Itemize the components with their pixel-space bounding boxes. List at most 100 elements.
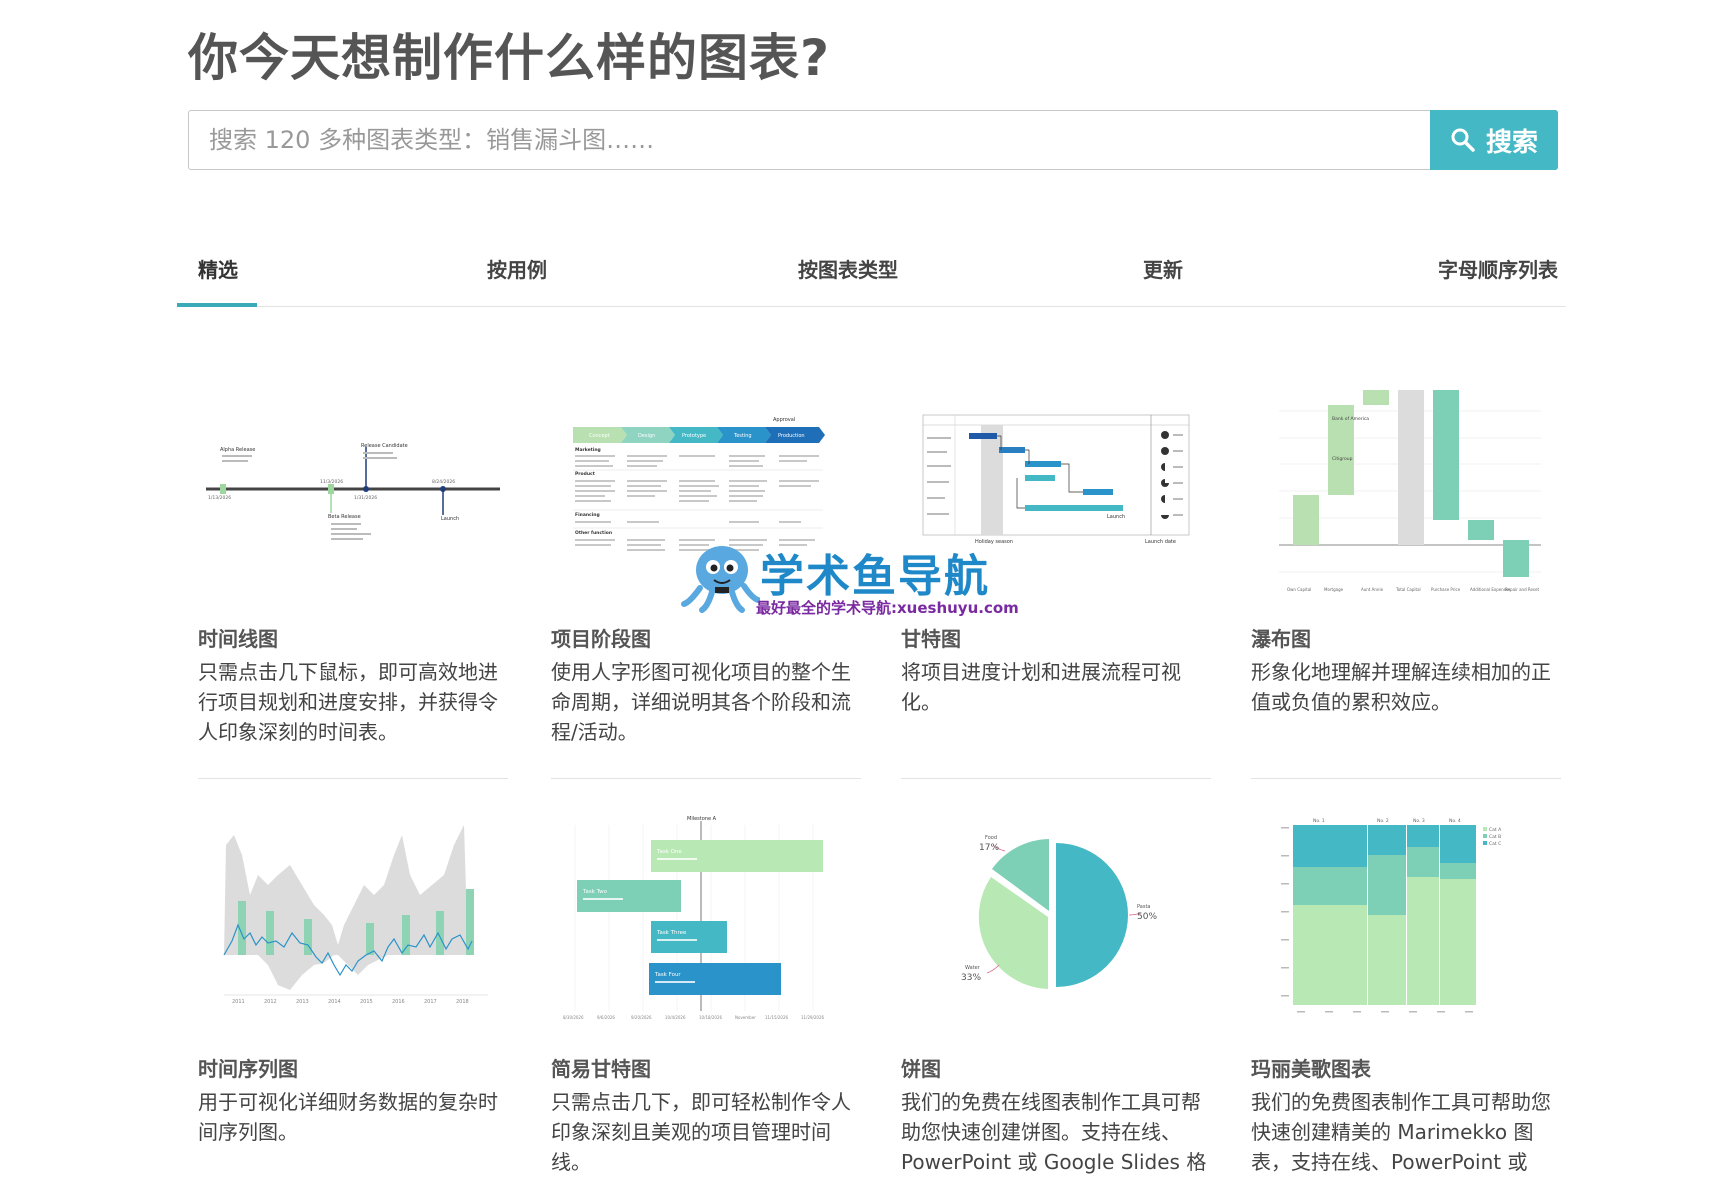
card-title: 简易甘特图 [551, 1057, 651, 1081]
svg-text:Marketing: Marketing [575, 447, 601, 453]
watermark-subtitle: 最好最全的学术导航:xueshuyu.com [756, 599, 1019, 617]
svg-text:8/24/2026: 8/24/2026 [432, 479, 455, 485]
svg-text:Task Four: Task Four [654, 972, 681, 978]
card-title: 玛丽美歌图表 [1251, 1057, 1371, 1081]
svg-text:Release Candidate: Release Candidate [361, 443, 408, 449]
svg-text:11/29/2026: 11/29/2026 [801, 1015, 825, 1020]
marimekko-thumbnail: No. 1 No. 2 No. 3 No. 4 Cat A Cat B Cat … [1281, 818, 1502, 1013]
svg-text:2014: 2014 [328, 999, 341, 1005]
svg-text:2013: 2013 [296, 999, 309, 1005]
svg-text:Total Capital: Total Capital [1395, 587, 1421, 592]
svg-text:2011: 2011 [232, 999, 245, 1005]
active-tab-indicator [177, 303, 257, 307]
svg-text:Mortgage: Mortgage [1324, 587, 1344, 592]
svg-text:Task Three: Task Three [656, 930, 687, 936]
pie-thumbnail: Food 17% Pasta 50% Water 33% [961, 835, 1157, 989]
svg-text:2018: 2018 [456, 999, 469, 1005]
search-input[interactable] [189, 111, 1430, 169]
tab-by-chart-type[interactable]: 按图表类型 [798, 254, 898, 283]
timeline-thumbnail: Alpha Release Release Candidate Beta Rel… [206, 443, 500, 540]
svg-text:Design: Design [638, 433, 655, 439]
tab-updates[interactable]: 更新 [1143, 254, 1183, 283]
svg-text:Pasta: Pasta [1137, 904, 1150, 910]
svg-text:Other function: Other function [575, 530, 612, 536]
svg-text:9/6/2026: 9/6/2026 [597, 1015, 615, 1020]
card-description: 只需点击几下鼠标，即可高效地进行项目规划和进度安排，并获得令人印象深刻的时间表。 [198, 660, 498, 744]
card-title: 瀑布图 [1251, 627, 1311, 651]
svg-text:Bank of America: Bank of America [1332, 416, 1369, 422]
svg-text:1/31/2026: 1/31/2026 [354, 495, 377, 501]
svg-text:Aunt Annie: Aunt Annie [1361, 587, 1384, 592]
svg-text:Task One: Task One [656, 849, 682, 855]
svg-text:Prototype: Prototype [682, 433, 706, 439]
svg-text:Alpha Release: Alpha Release [220, 447, 255, 453]
svg-text:Food: Food [985, 835, 997, 841]
svg-text:No. 1: No. 1 [1313, 818, 1325, 824]
card-divider [198, 778, 508, 779]
svg-text:Launch date: Launch date [1145, 539, 1176, 545]
svg-text:9/20/2026: 9/20/2026 [631, 1015, 652, 1020]
svg-text:Production: Production [778, 433, 805, 439]
tab-featured[interactable]: 精选 [198, 254, 238, 283]
svg-text:8/30/2026: 8/30/2026 [563, 1015, 584, 1020]
search-button[interactable]: 搜索 [1430, 110, 1558, 170]
card-description: 形象化地理解并理解连续相加的正值或负值的累积效应。 [1251, 660, 1551, 714]
simple-gantt-thumbnail: Milestone A Task One Task Two Task Three… [563, 816, 825, 1020]
svg-text:Product: Product [575, 471, 596, 477]
card-description: 我们的免费在线图表制作工具可帮助您快速创建饼图。支持在线、PowerPoint … [901, 1090, 1207, 1174]
svg-text:Beta Release: Beta Release [328, 514, 361, 520]
svg-text:2015: 2015 [360, 999, 373, 1005]
svg-text:Launch: Launch [441, 516, 459, 522]
svg-text:33%: 33% [961, 973, 981, 983]
watermark: 学术鱼导航 最好最全的学术导航:xueshuyu.com [680, 540, 1050, 617]
svg-text:November: November [735, 1015, 756, 1020]
watermark-title: 学术鱼导航 [760, 551, 990, 602]
card-title: 项目阶段图 [551, 627, 651, 651]
svg-text:11/15/2026: 11/15/2026 [765, 1015, 789, 1020]
svg-text:Milestone A: Milestone A [687, 816, 717, 822]
time-series-thumbnail: 2011 2012 2013 2014 2015 2016 2017 2018 [223, 825, 488, 1005]
svg-text:1/13/2026: 1/13/2026 [208, 495, 231, 501]
tab-by-use-case[interactable]: 按用例 [487, 254, 547, 283]
svg-text:50%: 50% [1137, 912, 1157, 922]
waterfall-thumbnail: Bank of America Citigroup Own Capital Mo… [1279, 390, 1541, 592]
svg-text:Cat A: Cat A [1489, 827, 1502, 833]
search-button-label: 搜索 [1485, 127, 1538, 158]
card-description: 将项目进度计划和进展流程可视化。 [901, 660, 1181, 714]
card-description: 使用人字形图可视化项目的整个生命周期，详细说明其各个阶段和流程/活动。 [551, 660, 851, 744]
octopus-mascot-logo [681, 546, 760, 613]
card-description: 只需点击几下，即可轻松制作令人印象深刻且美观的项目管理时间线。 [551, 1090, 851, 1174]
svg-text:Citigroup: Citigroup [1332, 456, 1353, 462]
svg-text:Repair and Reset: Repair and Reset [1505, 587, 1539, 592]
svg-text:2017: 2017 [424, 999, 437, 1005]
svg-text:Financing: Financing [575, 512, 600, 518]
card-divider [901, 778, 1211, 779]
card-title: 饼图 [901, 1057, 941, 1081]
tab-alphabetical-list[interactable]: 字母顺序列表 [1438, 254, 1558, 283]
svg-text:17%: 17% [979, 843, 999, 853]
svg-text:No. 4: No. 4 [1449, 818, 1461, 824]
svg-text:Cat B: Cat B [1489, 834, 1501, 840]
svg-text:10/18/2026: 10/18/2026 [699, 1015, 723, 1020]
search-bar: 搜索 [188, 110, 1558, 170]
page-title: 你今天想制作什么样的图表? [188, 29, 831, 87]
svg-text:Task Two: Task Two [582, 889, 608, 895]
svg-text:Water: Water [965, 965, 981, 971]
svg-text:Purchase Price: Purchase Price [1431, 587, 1461, 592]
card-title: 甘特图 [901, 627, 961, 651]
svg-text:11/3/2026: 11/3/2026 [320, 479, 343, 485]
svg-text:No. 2: No. 2 [1377, 818, 1389, 824]
svg-text:Cat C: Cat C [1489, 841, 1501, 847]
card-description: 用于可视化详细财务数据的复杂时间序列图。 [198, 1090, 498, 1144]
card-divider [551, 778, 861, 779]
card-description: 我们的免费图表制作工具可帮助您快速创建精美的 Marimekko 图表，支持在线… [1251, 1090, 1551, 1174]
card-title: 时间线图 [198, 627, 278, 651]
card-divider [1251, 778, 1561, 779]
card-title: 时间序列图 [198, 1057, 298, 1081]
svg-text:Concept: Concept [589, 433, 610, 439]
svg-text:2016: 2016 [392, 999, 405, 1005]
svg-text:10/4/2026: 10/4/2026 [665, 1015, 686, 1020]
svg-text:No. 3: No. 3 [1413, 818, 1425, 824]
svg-text:Approval: Approval [773, 417, 795, 423]
svg-text:Testing: Testing [733, 433, 752, 439]
